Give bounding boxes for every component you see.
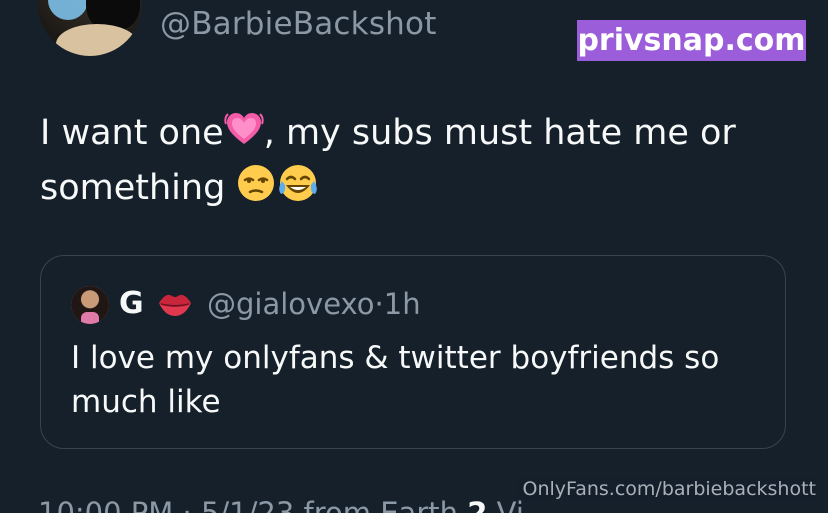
- tweet-timestamp[interactable]: 10:00 PM · 5/1/23 from Earth: [38, 496, 458, 513]
- privsnap-watermark: privsnap.com: [577, 20, 806, 61]
- tweet-text-part1: I want one: [40, 113, 224, 153]
- onlyfans-watermark: OnlyFans.com/barbiebackshott: [516, 478, 816, 500]
- quoted-author-name[interactable]: G: [119, 286, 144, 321]
- quoted-author-avatar[interactable]: [71, 286, 109, 324]
- dot-separator: ·: [374, 287, 384, 321]
- unamused-face-emoji-icon: [236, 163, 276, 218]
- author-avatar[interactable]: [38, 0, 142, 56]
- quoted-tweet-time[interactable]: 1h: [384, 287, 421, 321]
- growing-heart-emoji-icon: [224, 110, 264, 163]
- quoted-tweet-text: I love my onlyfans & twitter boyfriends …: [71, 340, 720, 420]
- tweet-text: I want one, my subs must hate me or some…: [40, 108, 780, 218]
- tweet-metadata: 10:00 PM · 5/1/23 from Earth 2 Vi: [38, 496, 524, 513]
- quoted-author-handle[interactable]: @gialovexo·1h: [207, 287, 421, 321]
- author-handle[interactable]: @BarbieBackshot: [160, 6, 437, 42]
- quoted-tweet-card[interactable]: G @gialovexo·1h I love my onlyfans & twi…: [40, 255, 786, 449]
- tweet-screenshot: @BarbieBackshot privsnap.com I want one,…: [0, 0, 828, 513]
- lips-emoji-icon: [157, 290, 193, 322]
- views-count: 2: [467, 496, 488, 513]
- tears-of-joy-emoji-icon: [276, 163, 320, 218]
